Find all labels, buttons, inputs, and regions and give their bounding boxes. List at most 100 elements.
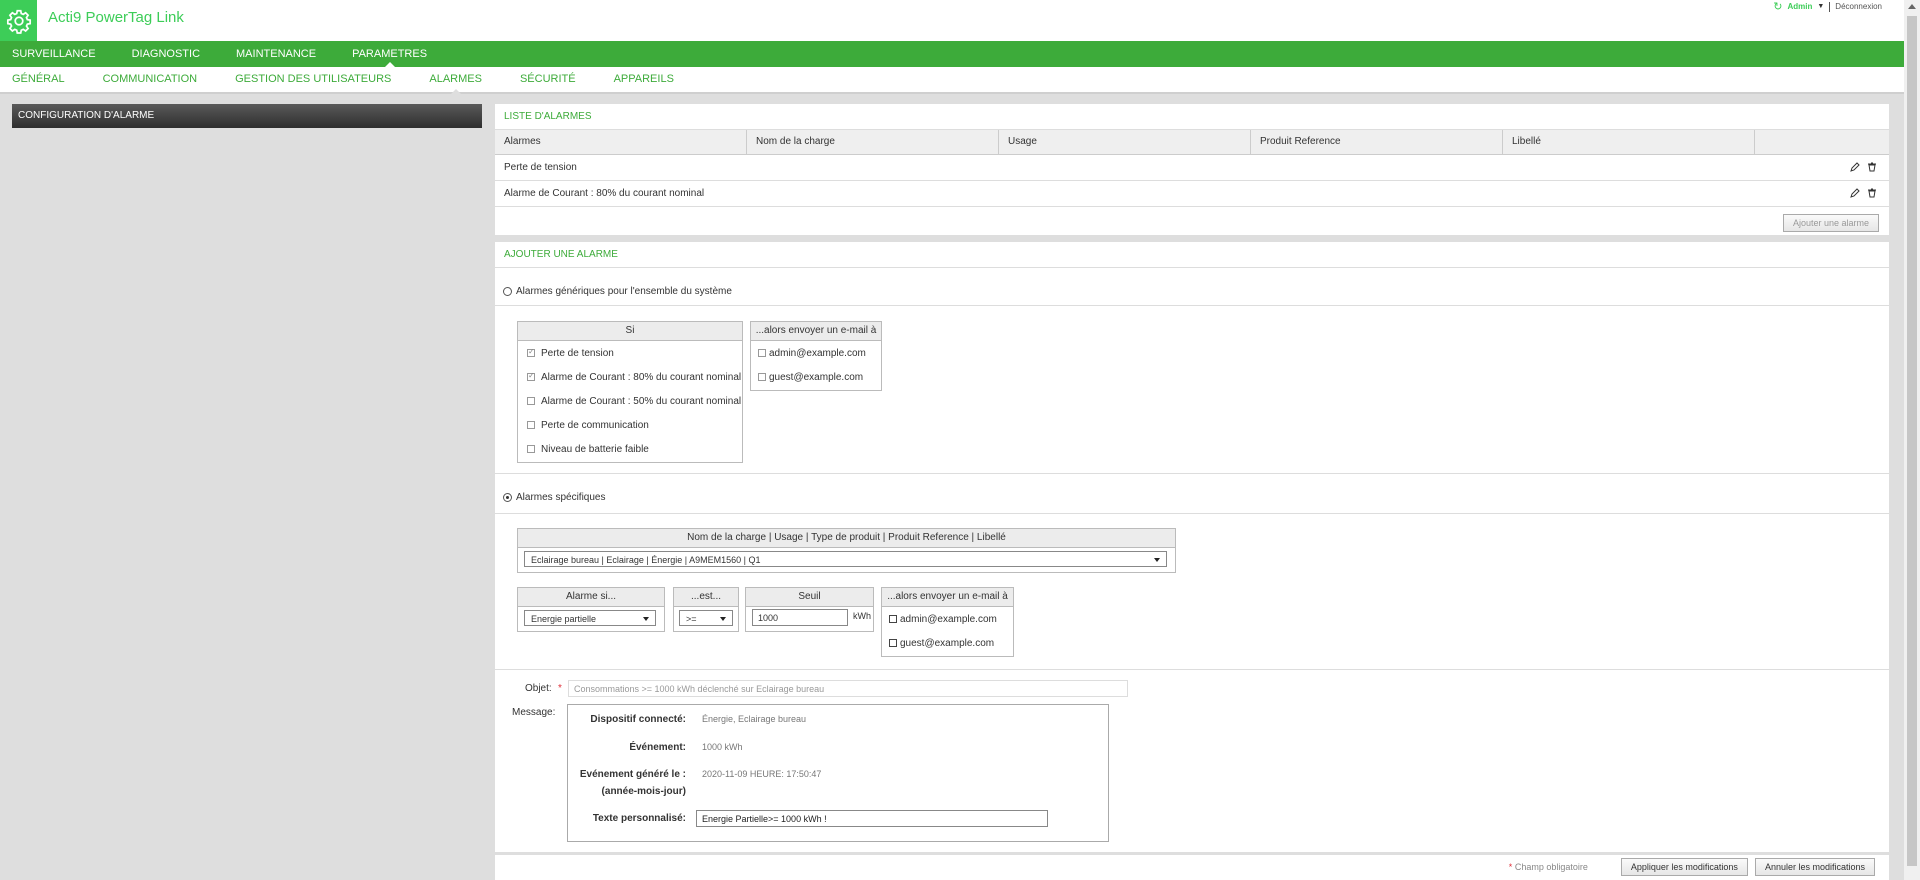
email-checkbox[interactable] <box>889 615 897 623</box>
tab-communication[interactable]: COMMUNICATION <box>84 67 217 92</box>
si-box: Si Perte de tension Alarme de Courant : … <box>517 321 743 463</box>
si-checkbox[interactable] <box>527 397 535 405</box>
si-item: Alarme de Courant : 50% du courant nomin… <box>518 389 742 413</box>
delete-icon[interactable] <box>1867 162 1877 175</box>
objet-input[interactable]: Consommations >= 1000 kWh déclenché sur … <box>568 680 1128 697</box>
tab-general[interactable]: GÉNÉRAL <box>0 67 84 92</box>
si-checkbox[interactable] <box>527 347 535 357</box>
msg-device-value: Énergie, Eclairage bureau <box>702 714 807 724</box>
email-checkbox[interactable] <box>889 639 897 647</box>
column-libelle: Libellé <box>1503 130 1755 154</box>
si-item-label: Perte de tension <box>541 347 614 359</box>
chevron-down-icon <box>643 617 649 621</box>
footer-actions: * Champ obligatoire Appliquer les modifi… <box>1509 858 1875 876</box>
user-menu[interactable]: Admin <box>1787 2 1812 11</box>
scrollbar-thumb[interactable] <box>1907 16 1917 866</box>
est-box: ...est... >= <box>673 587 739 632</box>
refresh-icon[interactable]: ↻ <box>1773 0 1782 13</box>
message-box: Dispositif connecté: Énergie, Eclairage … <box>567 704 1109 842</box>
si-item: Alarme de Courant : 80% du courant nomin… <box>518 365 742 389</box>
load-selector-box: Nom de la charge | Usage | Type de produ… <box>517 528 1176 573</box>
alarm-if-value: Energie partielle <box>531 614 597 624</box>
vertical-scrollbar[interactable] <box>1904 0 1920 880</box>
email-header: ...alors envoyer un e-mail à <box>882 588 1013 607</box>
tab-gestion-utilisateurs[interactable]: GESTION DES UTILISATEURS <box>216 67 410 92</box>
specific-email-box: ...alors envoyer un e-mail à admin@examp… <box>881 587 1014 657</box>
seuil-value: 1000 <box>758 613 779 623</box>
column-alarmes: Alarmes <box>495 130 747 154</box>
msg-generated-value: 2020-11-09 HEURE: 17:50:47 <box>702 769 822 779</box>
apply-button[interactable]: Appliquer les modifications <box>1620 858 1748 876</box>
scroll-up-arrow-icon[interactable] <box>1908 4 1916 9</box>
generic-email-box: ...alors envoyer un e-mail à admin@examp… <box>750 321 882 391</box>
si-header: Si <box>518 322 742 341</box>
chevron-down-icon[interactable]: ▼ <box>1817 3 1824 10</box>
custom-text-input[interactable]: Energie Partielle>= 1000 kWh ! <box>696 810 1048 827</box>
email-item: admin@example.com <box>751 341 881 365</box>
seuil-box: Seuil 1000 kWh <box>745 587 874 632</box>
add-alarm-title: AJOUTER UNE ALARME <box>495 242 1889 268</box>
required-note-text: Champ obligatoire <box>1514 862 1588 872</box>
divider <box>495 305 1889 306</box>
divider <box>495 473 1889 474</box>
logout-link[interactable]: Déconnexion <box>1835 2 1882 11</box>
si-item: Niveau de batterie faible <box>518 437 742 461</box>
sidebar-title[interactable]: CONFIGURATION D'ALARME <box>12 104 482 128</box>
msg-custom-label: Texte personnalisé: <box>592 813 686 824</box>
alarm-if-header: Alarme si... <box>518 588 664 607</box>
nav-parametres[interactable]: PARAMETRES <box>334 41 445 67</box>
si-checkbox[interactable] <box>527 445 535 453</box>
tab-appareils[interactable]: APPAREILS <box>595 67 693 92</box>
required-mark: * <box>1508 862 1513 872</box>
alarm-if-select[interactable]: Energie partielle <box>524 610 656 626</box>
cancel-button[interactable]: Annuler les modifications <box>1754 858 1875 876</box>
specific-alarm-label: Alarmes spécifiques <box>516 492 606 503</box>
alarm-name: Alarme de Courant : 80% du courant nomin… <box>504 188 705 199</box>
email-label: guest@example.com <box>769 371 864 383</box>
load-select[interactable]: Eclairage bureau | Eclairage | Énergie |… <box>524 551 1167 567</box>
edit-icon[interactable] <box>1850 188 1860 201</box>
alarm-table-header: Alarmes Nom de la charge Usage Produit R… <box>495 130 1889 155</box>
est-select[interactable]: >= <box>679 610 733 626</box>
edit-icon[interactable] <box>1850 162 1860 175</box>
est-header: ...est... <box>674 588 738 607</box>
si-checkbox[interactable] <box>527 371 535 381</box>
nav-surveillance[interactable]: SURVEILLANCE <box>0 41 114 67</box>
specific-alarm-radio[interactable] <box>503 493 512 502</box>
email-header: ...alors envoyer un e-mail à <box>751 322 881 341</box>
table-row: Perte de tension <box>495 155 1889 181</box>
specific-alarm-option[interactable]: Alarmes spécifiques <box>503 492 605 503</box>
si-item-label: Niveau de batterie faible <box>541 443 649 455</box>
msg-event-value: 1000 kWh <box>702 742 743 752</box>
generic-alarm-radio[interactable] <box>503 287 512 296</box>
seuil-unit: kWh <box>853 611 871 621</box>
delete-icon[interactable] <box>1867 188 1877 201</box>
msg-device-label: Dispositif connecté: <box>590 714 686 725</box>
custom-text-value: Energie Partielle>= 1000 kWh ! <box>702 814 827 824</box>
chevron-down-icon <box>1154 558 1160 562</box>
si-item-label: Alarme de Courant : 80% du courant nomin… <box>541 371 742 383</box>
email-checkbox[interactable] <box>758 349 766 357</box>
message-label: Message: <box>512 707 556 718</box>
email-label: admin@example.com <box>769 347 866 359</box>
generic-alarm-option[interactable]: Alarmes génériques pour l'ensemble du sy… <box>503 286 732 297</box>
user-area: ↻ Admin ▼ Déconnexion <box>1773 0 1882 13</box>
sub-nav: GÉNÉRAL COMMUNICATION GESTION DES UTILIS… <box>0 67 1904 94</box>
msg-generated-label: Evénement généré le : <box>579 769 686 780</box>
required-note: * Champ obligatoire <box>1509 862 1588 872</box>
email-checkbox[interactable] <box>758 373 766 381</box>
load-select-value: Eclairage bureau | Eclairage | Énergie |… <box>531 555 761 565</box>
add-alarm-panel: AJOUTER UNE ALARME Alarmes génériques po… <box>495 242 1889 880</box>
column-nom-charge: Nom de la charge <box>747 130 999 154</box>
alarm-name: Perte de tension <box>504 162 577 173</box>
add-alarm-button[interactable]: Ajouter une alarme <box>1782 214 1879 232</box>
nav-diagnostic[interactable]: DIAGNOSTIC <box>114 41 218 67</box>
si-item: Perte de tension <box>518 341 742 365</box>
tab-alarmes[interactable]: ALARMES <box>410 67 501 94</box>
si-item: Perte de communication <box>518 413 742 437</box>
seuil-input[interactable]: 1000 <box>752 609 848 626</box>
nav-maintenance[interactable]: MAINTENANCE <box>218 41 334 67</box>
tab-securite[interactable]: SÉCURITÉ <box>501 67 595 92</box>
si-checkbox[interactable] <box>527 421 535 429</box>
objet-value: Consommations >= 1000 kWh déclenché sur … <box>574 684 825 694</box>
